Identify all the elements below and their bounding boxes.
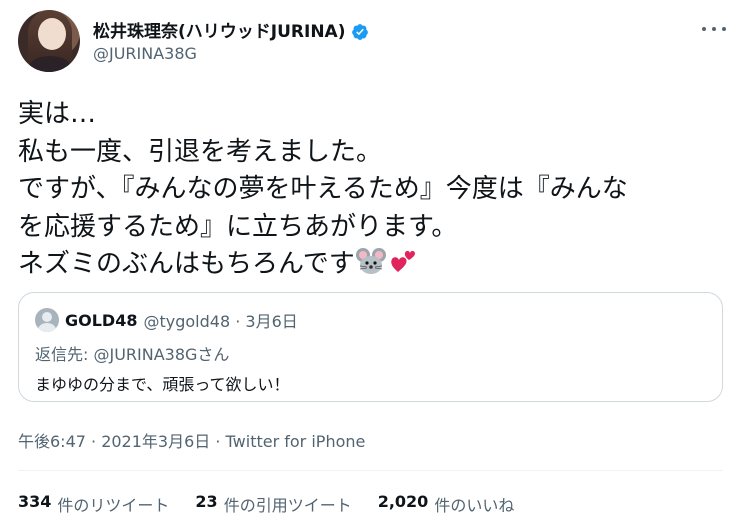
tweet-body: 実は… 私も一度、引退を考えました。 ですが、『みんなの夢を叶えるため』今度は『… <box>18 99 628 279</box>
tweet-timestamp: 午後6:47 · 2021年3月6日 · Twitter for iPhone <box>18 432 366 451</box>
quoted-tweet-header: GOLD48 @tygold48 · 3月6日 <box>35 308 298 332</box>
quoted-tweet[interactable]: GOLD48 @tygold48 · 3月6日 返信先: @JURINA38Gさ… <box>18 292 723 402</box>
emoji-group <box>355 246 419 276</box>
avatar[interactable] <box>18 10 80 72</box>
quoted-author-name: GOLD48 <box>65 310 138 330</box>
handle[interactable]: @JURINA38G <box>93 44 197 63</box>
author-name-row[interactable]: 松井珠理奈(ハリウッドJURINA) <box>93 22 369 42</box>
divider <box>18 470 723 471</box>
retweet-count[interactable]: 334 件のリツイート <box>18 492 169 516</box>
reply-to-line: 返信先: @JURINA38Gさん <box>35 345 230 364</box>
engagement-stats: 334 件のリツイート 23 件の引用ツイート 2,020 件のいいね <box>18 492 514 516</box>
tweet-header: 松井珠理奈(ハリウッドJURINA) @JURINA38G <box>18 8 728 78</box>
quoted-avatar <box>35 308 59 332</box>
two-hearts-icon <box>390 250 415 272</box>
quoted-tweet-body: まゆゆの分まで、頑張って欲しい！ <box>35 375 290 394</box>
mouse-face-icon <box>355 248 386 274</box>
quoted-handle-date: @tygold48 · 3月6日 <box>143 312 298 331</box>
quote-tweet-count[interactable]: 23 件の引用ツイート <box>195 492 351 516</box>
source-link[interactable]: Twitter for iPhone <box>226 432 366 451</box>
more-options-icon[interactable] <box>702 22 726 36</box>
tweet-text: 実は… 私も一度、引退を考えました。 ですが、『みんなの夢を叶えるため』今度は『… <box>18 96 728 284</box>
reply-mention: @JURINA38G <box>93 345 198 364</box>
display-name[interactable]: 松井珠理奈(ハリウッドJURINA) <box>93 22 345 42</box>
timestamp-link[interactable]: 午後6:47 · 2021年3月6日 <box>18 432 210 451</box>
verified-badge-icon <box>352 24 369 40</box>
like-count[interactable]: 2,020 件のいいね <box>378 492 515 516</box>
